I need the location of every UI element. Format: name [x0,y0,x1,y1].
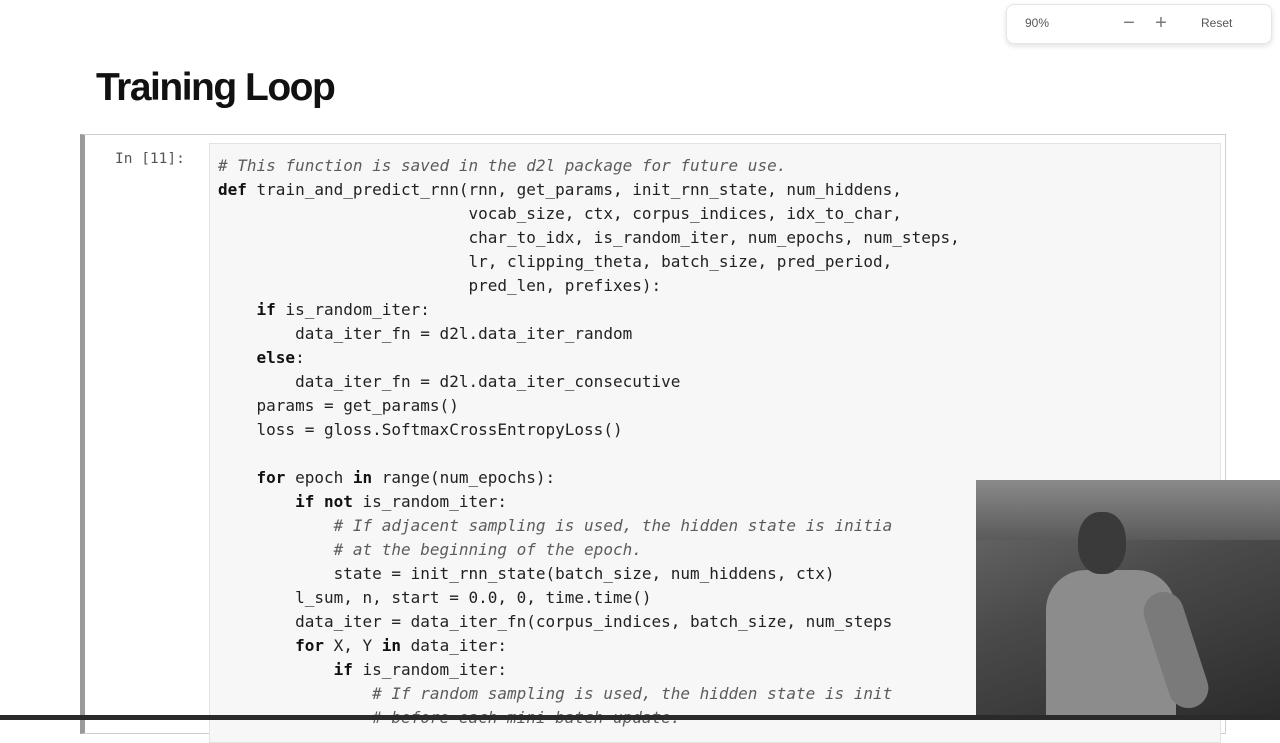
code-text: is_random_iter: [352,660,507,679]
presenter-head [1078,512,1126,574]
code-keyword: if [256,300,276,319]
code-line: # at the beginning of the epoch. [218,538,960,562]
code-text: data_iter: [401,636,507,655]
zoom-reset-button[interactable]: Reset [1201,16,1232,30]
code-line: vocab_size, ctx, corpus_indices, idx_to_… [218,202,960,226]
code-editor[interactable]: # This function is saved in the d2l pack… [218,154,960,730]
code-keyword: if not [295,492,353,511]
code-text: epoch [285,468,353,487]
code-line: def train_and_predict_rnn(rnn, get_param… [218,178,960,202]
page-title: Training Loop [96,66,336,109]
code-text: pred_len, prefixes): [218,276,662,295]
code-line: # If random sampling is used, the hidden… [218,682,960,706]
code-text: is_random_iter: [275,300,430,319]
zoom-toolbar: 90% − + Reset [1006,4,1272,44]
code-line: loss = gloss.SoftmaxCrossEntropyLoss() [218,418,960,442]
code-text: train_and_predict_rnn(rnn, get_params, i… [246,180,902,199]
bottom-border [0,715,1280,720]
code-text: lr, clipping_theta, batch_size, pred_per… [218,252,893,271]
code-line: char_to_idx, is_random_iter, num_epochs,… [218,226,960,250]
code-line: lr, clipping_theta, batch_size, pred_per… [218,250,960,274]
code-keyword: if [333,660,353,679]
code-text: : [295,348,305,367]
code-line: pred_len, prefixes): [218,274,960,298]
code-line: state = init_rnn_state(batch_size, num_h… [218,562,960,586]
code-text: loss = gloss.SoftmaxCrossEntropyLoss() [218,420,623,439]
code-line: if is_random_iter: [218,658,960,682]
code-line: for X, Y in data_iter: [218,634,960,658]
code-line: else: [218,346,960,370]
code-keyword: def [218,180,247,199]
code-line: if not is_random_iter: [218,490,960,514]
code-line: # This function is saved in the d2l pack… [218,154,960,178]
code-text: l_sum, n, start = 0.0, 0, time.time() [218,588,652,607]
code-text: params = get_params() [218,396,459,415]
code-line: l_sum, n, start = 0.0, 0, time.time() [218,586,960,610]
code-line: # If adjacent sampling is used, the hidd… [218,514,960,538]
code-text: vocab_size, ctx, corpus_indices, idx_to_… [218,204,902,223]
code-keyword: for [295,636,324,655]
code-text: X, Y [323,636,382,655]
code-line: data_iter_fn = d2l.data_iter_consecutive [218,370,960,394]
code-keyword: else [256,348,296,367]
code-text: data_iter_fn = d2l.data_iter_consecutive [218,372,681,391]
code-text: range(num_epochs): [372,468,556,487]
code-text: char_to_idx, is_random_iter, num_epochs,… [218,228,960,247]
zoom-in-button[interactable]: + [1149,9,1173,37]
code-line: for epoch in range(num_epochs): [218,466,960,490]
code-text: state = init_rnn_state(batch_size, num_h… [218,564,835,583]
code-line: params = get_params() [218,394,960,418]
code-text: is_random_iter: [352,492,507,511]
code-comment: # at the beginning of the epoch. [333,540,642,559]
code-line: if is_random_iter: [218,298,960,322]
code-keyword: in [381,636,402,655]
code-keyword: in [352,468,373,487]
cell-prompt: In [11]: [115,151,185,167]
webcam-background [976,480,1280,540]
code-comment: # If adjacent sampling is used, the hidd… [333,516,893,535]
webcam-overlay [976,480,1280,720]
code-keyword: for [256,468,286,487]
code-comment: # This function is saved in the d2l pack… [218,156,787,175]
code-line: data_iter_fn = d2l.data_iter_random [218,322,960,346]
zoom-out-button[interactable]: − [1117,9,1141,37]
code-comment: # If random sampling is used, the hidden… [372,684,893,703]
code-line: data_iter = data_iter_fn(corpus_indices,… [218,610,960,634]
code-text: data_iter_fn = d2l.data_iter_random [218,324,633,343]
code-text: data_iter = data_iter_fn(corpus_indices,… [218,612,893,631]
zoom-level-label: 90% [1025,16,1050,30]
